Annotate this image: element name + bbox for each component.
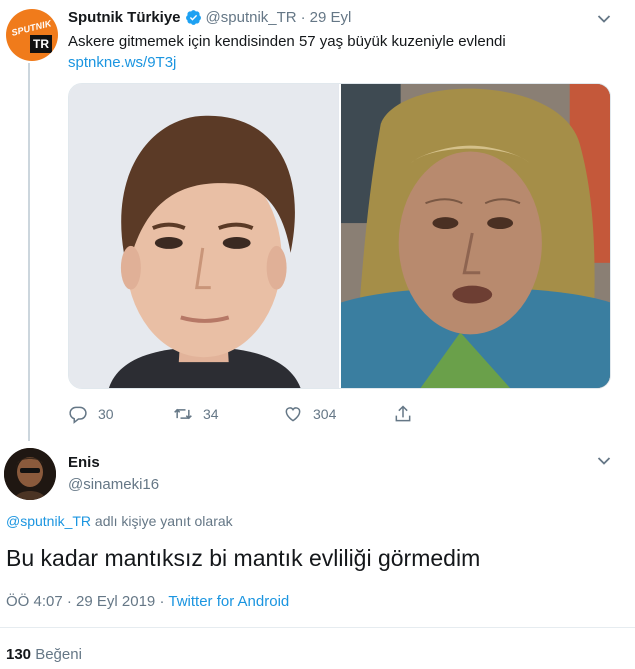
like-heart-icon	[285, 407, 301, 422]
reply-like-stats[interactable]: 130 Beğeni	[6, 646, 82, 663]
reply-time[interactable]: ÖÖ 4:07	[6, 593, 63, 610]
elderly-woman-illustration	[340, 84, 610, 388]
reply-source-app[interactable]: Twitter for Android	[168, 593, 289, 610]
meta-separator: ·	[159, 593, 165, 610]
share-action[interactable]	[393, 404, 413, 424]
sputnik-avatar[interactable]: SPUTNIK TR	[6, 9, 58, 61]
retweet-count: 34	[203, 406, 219, 422]
replying-to-line: @sputnik_TR adlı kişiye yanıt olarak	[6, 513, 233, 529]
like-action[interactable]: 304	[283, 404, 393, 424]
reply-display-name[interactable]: Enis	[68, 454, 100, 471]
tweet-media-grid[interactable]	[68, 83, 611, 389]
reply-date[interactable]: 29 Eyl 2019	[76, 593, 155, 610]
retweet-icon	[174, 408, 192, 420]
enis-avatar-image	[4, 448, 56, 500]
parent-date[interactable]: 29 Eyl	[310, 9, 352, 26]
like-count: 304	[313, 406, 337, 422]
young-man-illustration	[69, 84, 339, 388]
photo-elderly-woman[interactable]	[340, 84, 610, 388]
verified-badge-icon	[185, 10, 201, 25]
reply-action[interactable]: 30	[68, 404, 173, 424]
reply-like-count: 130	[6, 646, 32, 663]
photo-young-man[interactable]	[69, 84, 339, 388]
reply-timestamp-line: ÖÖ 4:07 · 29 Eyl 2019 · Twitter for Andr…	[6, 593, 289, 610]
avatar-logo-badge: TR	[30, 35, 52, 53]
reply-tweet-text: Bu kadar mantıksız bi mantık evliliği gö…	[6, 545, 481, 571]
parent-tweet-header: Sputnik Türkiye @sputnik_TR · 29 Eyl	[68, 9, 351, 26]
parent-tweet-text: Askere gitmemek için kendisinden 57 yaş …	[68, 33, 506, 50]
reply-icon	[69, 406, 87, 424]
replying-to-label: adlı kişiye yanıt olarak	[94, 513, 233, 529]
thread-connector-line	[28, 63, 30, 441]
reply-handle[interactable]: @sinameki16	[68, 476, 159, 493]
share-icon	[395, 405, 411, 422]
parent-tweet-link[interactable]: sptnkne.ws/9T3j	[68, 54, 176, 71]
replying-to-mention[interactable]: @sputnik_TR	[6, 513, 91, 529]
chevron-down-icon[interactable]	[597, 14, 611, 24]
meta-separator: ·	[66, 593, 72, 610]
parent-handle[interactable]: @sputnik_TR	[206, 9, 297, 26]
chevron-down-icon[interactable]	[597, 456, 611, 466]
enis-avatar[interactable]	[4, 448, 56, 500]
reply-count: 30	[98, 406, 114, 422]
retweet-action[interactable]: 34	[173, 404, 283, 424]
reply-like-label: Beğeni	[35, 646, 82, 663]
header-separator: ·	[300, 9, 306, 26]
stats-divider	[0, 627, 635, 628]
parent-display-name[interactable]: Sputnik Türkiye	[68, 9, 181, 26]
tweet-action-bar: 30 34 304	[68, 404, 413, 424]
